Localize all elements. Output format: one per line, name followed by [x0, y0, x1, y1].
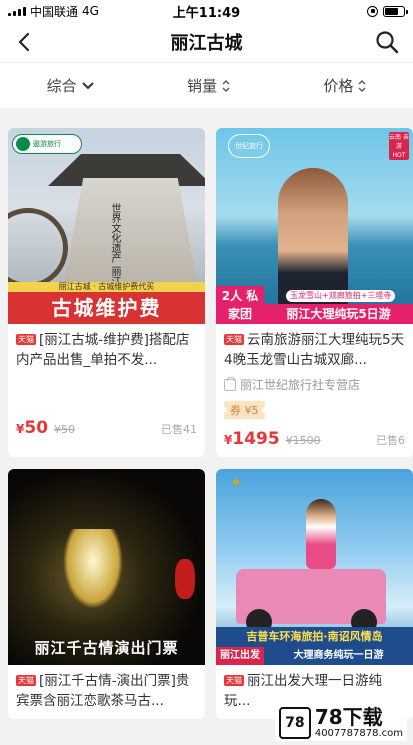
shop-icon — [224, 376, 236, 391]
product-image: 丽江千古情演出门票 — [8, 469, 205, 665]
battery-icon — [383, 5, 408, 17]
sold-count: 已售41 — [161, 423, 197, 436]
card-body: 天猫 云南旅游丽江大理纯玩5天4晚玉龙雪山古城双廊... 丽江世纪旅行社专营店 券… — [216, 324, 413, 457]
price-row: ¥ 1495 ¥1500 已售6 — [224, 429, 405, 449]
watermark-logo: 78 — [278, 706, 311, 739]
filter-price[interactable]: 价格 — [323, 75, 366, 96]
image-tag: 2人 私家团 — [216, 286, 264, 324]
site-watermark: 78 78下载 40077878​78.com — [274, 704, 407, 741]
image-subtitle: 玉龙雪山+双廊旅拍+三塔寺 — [286, 290, 396, 302]
product-card[interactable]: 丽江千古情演出门票 天猫 [丽江千古情-演出门票]贵宾票含丽江恋歌茶马古... — [8, 469, 205, 719]
product-title: 天猫 [丽江千古情-演出门票]贵宾票含丽江恋歌茶马古... — [16, 673, 190, 709]
model-figure — [306, 499, 336, 569]
watermark-brand: 78下载 — [314, 705, 383, 729]
search-button[interactable] — [373, 28, 401, 56]
image-banner-main: 大理商务纯玩一日游 — [264, 647, 413, 665]
image-banner-top: 吉普车环海旅拍·南诏风情岛 — [216, 627, 413, 647]
product-image: 世界文化遗产 丽江古城 遨游旅行 丽江古城 · 古城维护费代买 古城维护费 — [8, 128, 205, 324]
card-body: 天猫 [丽江千古情-演出门票]贵宾票含丽江恋歌茶马古... — [8, 665, 205, 719]
filter-bar: 综合 销量 价格 — [0, 62, 413, 108]
watermark-url: 40077878​78.com — [314, 728, 403, 739]
status-right — [367, 5, 408, 17]
sort-updown-icon — [222, 79, 230, 92]
page-title: 丽江古城 — [170, 33, 243, 54]
image-banner-main: 丽江大理纯玩5日游 — [264, 304, 413, 324]
tmall-badge: 天猫 — [16, 334, 36, 345]
tmall-badge: 天猫 — [16, 675, 36, 686]
watermark-text: 78下载 40077878​78.com — [315, 706, 403, 739]
product-card[interactable]: ✦ 吉普车环海旅拍·南诏风情岛 丽江出发 大理商务纯玩一日游 天猫 丽江出发大理一… — [216, 469, 413, 719]
currency-symbol: ¥ — [224, 433, 233, 447]
search-icon — [376, 31, 399, 54]
status-left: 中国联通 4G — [8, 3, 99, 20]
currency-symbol: ¥ — [16, 422, 25, 436]
product-image: 世纪旅行 云南 亲游 HOT 2人 私家团 玉龙雪山+双廊旅拍+三塔寺 丽江大理… — [216, 128, 413, 324]
image-banner-top: 丽江古城 · 古城维护费代买 — [8, 282, 205, 292]
chevron-down-icon — [81, 81, 94, 89]
agency-logo: 遨游旅行 — [12, 134, 82, 154]
back-button[interactable] — [12, 30, 36, 54]
card-body: 天猫 [丽江古城-维护费]搭配店内产品出售_单拍不发... ¥ 50 ¥50 已售… — [8, 324, 205, 446]
tmall-badge: 天猫 — [224, 675, 244, 686]
product-title: 天猫 云南旅游丽江大理纯玩5天4晚玉龙雪山古城双廊... — [224, 332, 405, 368]
product-card[interactable]: 世纪旅行 云南 亲游 HOT 2人 私家团 玉龙雪山+双廊旅拍+三塔寺 丽江大理… — [216, 128, 413, 457]
original-price: ¥1500 — [285, 434, 321, 447]
tmall-badge: 天猫 — [224, 334, 244, 345]
hot-badge: 云南 亲游 HOT — [389, 132, 409, 160]
product-title: 天猫 [丽江古城-维护费]搭配店内产品出售_单拍不发... — [16, 332, 190, 368]
image-banner-main: 丽江千古情演出门票 — [34, 639, 179, 657]
filter-sales[interactable]: 销量 — [187, 75, 230, 96]
price-row: ¥ 50 ¥50 已售41 — [16, 418, 197, 438]
chevron-left-icon — [18, 32, 30, 52]
status-time: 上午11:49 — [172, 5, 241, 21]
dancer-figure — [63, 529, 123, 609]
wings-logo-icon: ✦ — [229, 473, 243, 492]
red-costume-figure — [175, 559, 195, 599]
sort-updown-icon — [358, 79, 366, 92]
filter-label: 销量 — [186, 77, 217, 95]
original-price: ¥50 — [54, 423, 76, 436]
agency-logo: 世纪旅行 — [228, 134, 270, 158]
filter-comprehensive[interactable]: 综合 — [47, 75, 94, 96]
nav-bar: 丽江古城 — [0, 22, 413, 62]
image-banner-main: 古城维护费 — [8, 292, 205, 324]
filter-label: 综合 — [46, 77, 77, 95]
sold-count: 已售6 — [376, 434, 405, 447]
image-tag: 丽江出发 — [216, 647, 264, 665]
shop-link[interactable]: 丽江世纪旅行社专营店 — [224, 376, 405, 393]
price: 1495 — [232, 429, 280, 449]
product-image: ✦ 吉普车环海旅拍·南诏风情岛 丽江出发 大理商务纯玩一日游 — [216, 469, 413, 665]
carrier-label: 中国联通 — [30, 4, 79, 19]
network-label: 4G — [82, 4, 99, 18]
status-bar: 中国联通 4G 上午11:49 — [0, 0, 413, 22]
price: 50 — [24, 418, 49, 438]
filter-label: 价格 — [323, 77, 354, 95]
shop-name: 丽江世纪旅行社专营店 — [240, 378, 361, 392]
coupon-badge[interactable]: 券 ¥5 — [221, 401, 267, 419]
product-card[interactable]: 世界文化遗产 丽江古城 遨游旅行 丽江古城 · 古城维护费代买 古城维护费 天猫… — [8, 128, 205, 457]
rotation-lock-icon — [367, 5, 378, 17]
signal-icon — [8, 6, 26, 16]
product-grid: 世界文化遗产 丽江古城 遨游旅行 丽江古城 · 古城维护费代买 古城维护费 天猫… — [8, 128, 413, 719]
